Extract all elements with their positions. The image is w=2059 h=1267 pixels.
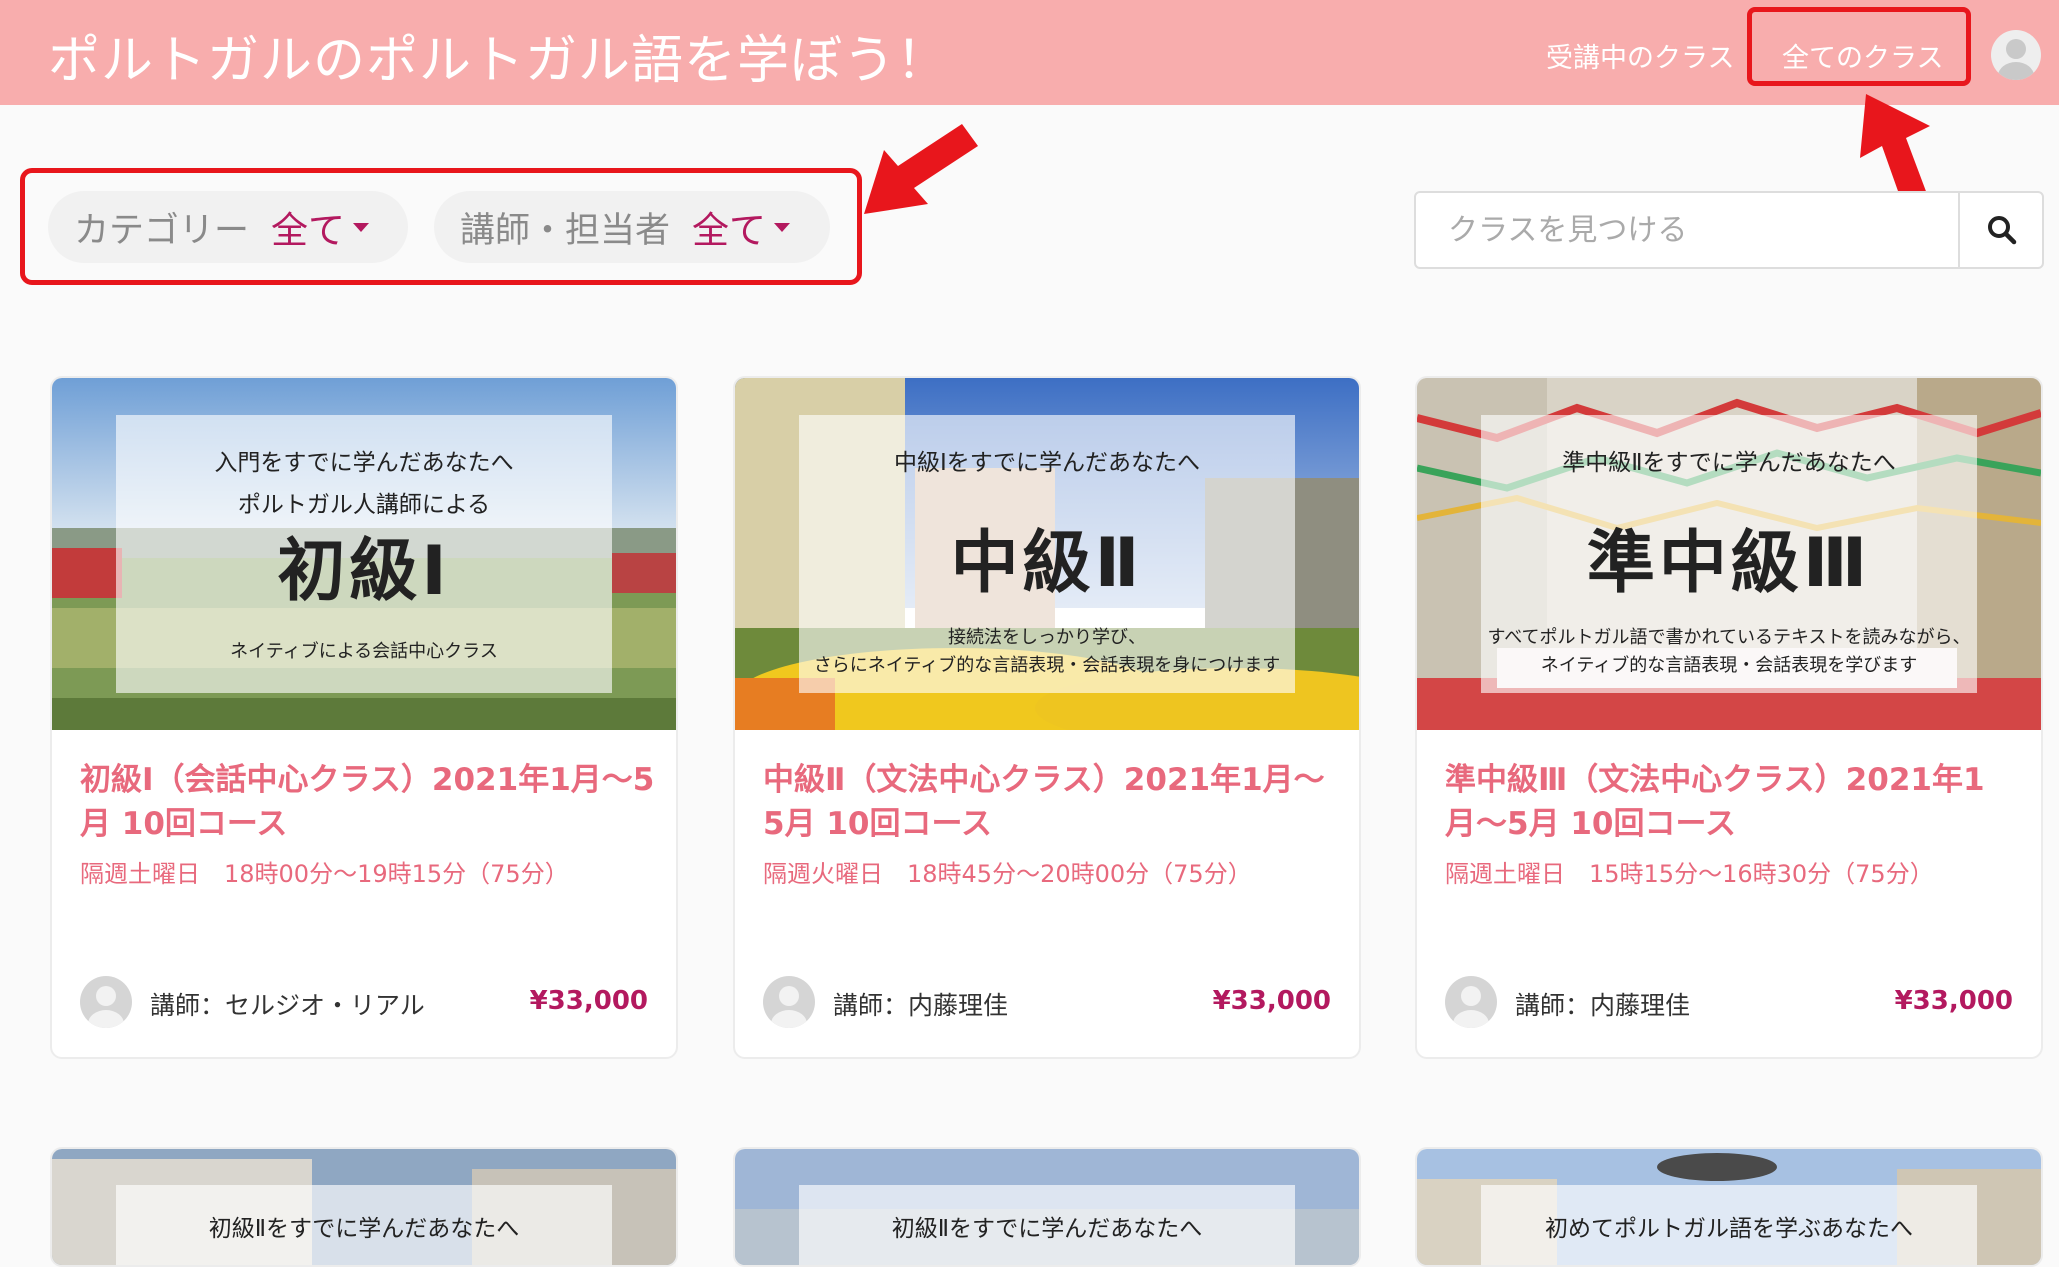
overlay-text: ネイティブによる会話中心クラス xyxy=(230,641,498,662)
overlay-level: 準中級Ⅲ xyxy=(1586,524,1872,603)
course-price: ¥33,000 xyxy=(1212,986,1331,1016)
search-button[interactable] xyxy=(1958,193,2044,267)
course-title[interactable]: 準中級Ⅲ（文法中心クラス）2021年1月〜5月 10回コース xyxy=(1445,758,2025,846)
teacher-avatar-icon xyxy=(763,976,815,1028)
annotation-arrow-icon xyxy=(864,124,978,214)
teacher-avatar-icon xyxy=(80,976,132,1028)
overlay-text: ネイティブ的な言語表現・会話表現を学びます xyxy=(1540,655,1918,676)
overlay-text: さらにネイティブ的な言語表現・会話表現を身につけます xyxy=(813,655,1281,676)
thumbnail-overlay: 初級Ⅱをすでに学んだあなたへ xyxy=(799,1185,1295,1265)
course-card[interactable]: 初級Ⅱをすでに学んだあなたへ xyxy=(733,1147,1361,1267)
course-price: ¥33,000 xyxy=(529,986,648,1016)
overlay-level: 中級Ⅱ xyxy=(950,524,1144,603)
nav-current-classes[interactable]: 受講中のクラス xyxy=(1546,36,1734,75)
course-thumbnail[interactable]: 準中級Ⅱをすでに学んだあなたへ 準中級Ⅲ すべてポルトガル語で書かれているテキス… xyxy=(1417,378,2041,730)
thumbnail-overlay: 入門をすでに学んだあなたへ ポルトガル人講師による 初級Ⅰ ネイティブによる会話… xyxy=(116,415,612,693)
teacher-name: 講師：内藤理佳 xyxy=(1515,991,1691,1020)
course-card[interactable]: 初めてポルトガル語を学ぶあなたへ xyxy=(1415,1147,2043,1267)
overlay-text: 入門をすでに学んだあなたへ xyxy=(214,450,514,476)
course-card[interactable]: 中級Ⅰをすでに学んだあなたへ 中級Ⅱ 接続法をしっかり学び、 さらにネイティブ的… xyxy=(733,376,1361,1059)
overlay-text: ポルトガル人講師による xyxy=(237,492,491,518)
teacher-avatar-icon xyxy=(1445,976,1497,1028)
overlay-text: 初級Ⅱをすでに学んだあなたへ xyxy=(891,1216,1203,1242)
teacher-name: 講師：セルジオ・リアル xyxy=(150,991,425,1020)
course-card[interactable]: 準中級Ⅱをすでに学んだあなたへ 準中級Ⅲ すべてポルトガル語で書かれているテキス… xyxy=(1415,376,2043,1059)
thumbnail-overlay: 中級Ⅰをすでに学んだあなたへ 中級Ⅱ 接続法をしっかり学び、 さらにネイティブ的… xyxy=(799,415,1295,693)
site-title[interactable]: ポルトガルのポルトガル語を学ぼう！ xyxy=(48,18,949,93)
course-price: ¥33,000 xyxy=(1894,986,2013,1016)
course-card[interactable]: 入門をすでに学んだあなたへ ポルトガル人講師による 初級Ⅰ ネイティブによる会話… xyxy=(50,376,678,1059)
search-box xyxy=(1414,191,2044,269)
thumbnail-overlay: 初級Ⅱをすでに学んだあなたへ xyxy=(116,1185,612,1265)
overlay-text: すべてポルトガル語で書かれているテキストを読みながら、 xyxy=(1487,627,1971,648)
overlay-text: 接続法をしっかり学び、 xyxy=(948,627,1146,648)
thumbnail-overlay: 準中級Ⅱをすでに学んだあなたへ 準中級Ⅲ すべてポルトガル語で書かれているテキス… xyxy=(1481,415,1977,693)
user-avatar-icon[interactable] xyxy=(1991,30,2041,80)
thumbnail-overlay: 初めてポルトガル語を学ぶあなたへ xyxy=(1481,1185,1977,1265)
overlay-text: 初めてポルトガル語を学ぶあなたへ xyxy=(1545,1216,1913,1242)
course-schedule: 隔週土曜日 18時00分〜19時15分（75分） xyxy=(80,860,569,888)
search-icon xyxy=(1988,216,2017,245)
teacher-name: 講師：内藤理佳 xyxy=(833,991,1009,1020)
course-schedule: 隔週土曜日 15時15分〜16時30分（75分） xyxy=(1445,860,1934,888)
course-card[interactable]: 初級Ⅱをすでに学んだあなたへ xyxy=(50,1147,678,1267)
annotation-highlight-box xyxy=(1747,7,1971,86)
course-schedule: 隔週火曜日 18時45分〜20時00分（75分） xyxy=(763,860,1252,888)
overlay-level: 初級Ⅰ xyxy=(277,532,451,611)
site-header: ポルトガルのポルトガル語を学ぼう！ 受講中のクラス 全てのクラス xyxy=(0,0,2059,105)
overlay-text: 中級Ⅰをすでに学んだあなたへ xyxy=(893,450,1200,476)
overlay-text: 準中級Ⅱをすでに学んだあなたへ xyxy=(1562,450,1896,476)
course-thumbnail[interactable]: 中級Ⅰをすでに学んだあなたへ 中級Ⅱ 接続法をしっかり学び、 さらにネイティブ的… xyxy=(735,378,1359,730)
course-thumbnail[interactable]: 入門をすでに学んだあなたへ ポルトガル人講師による 初級Ⅰ ネイティブによる会話… xyxy=(52,378,676,730)
search-input[interactable] xyxy=(1416,193,1958,267)
overlay-text: 初級Ⅱをすでに学んだあなたへ xyxy=(208,1216,520,1242)
course-title[interactable]: 中級Ⅱ（文法中心クラス）2021年1月〜5月 10回コース xyxy=(763,758,1343,846)
course-title[interactable]: 初級Ⅰ（会話中心クラス）2021年1月〜5月 10回コース xyxy=(80,758,660,846)
annotation-highlight-box xyxy=(20,168,862,285)
